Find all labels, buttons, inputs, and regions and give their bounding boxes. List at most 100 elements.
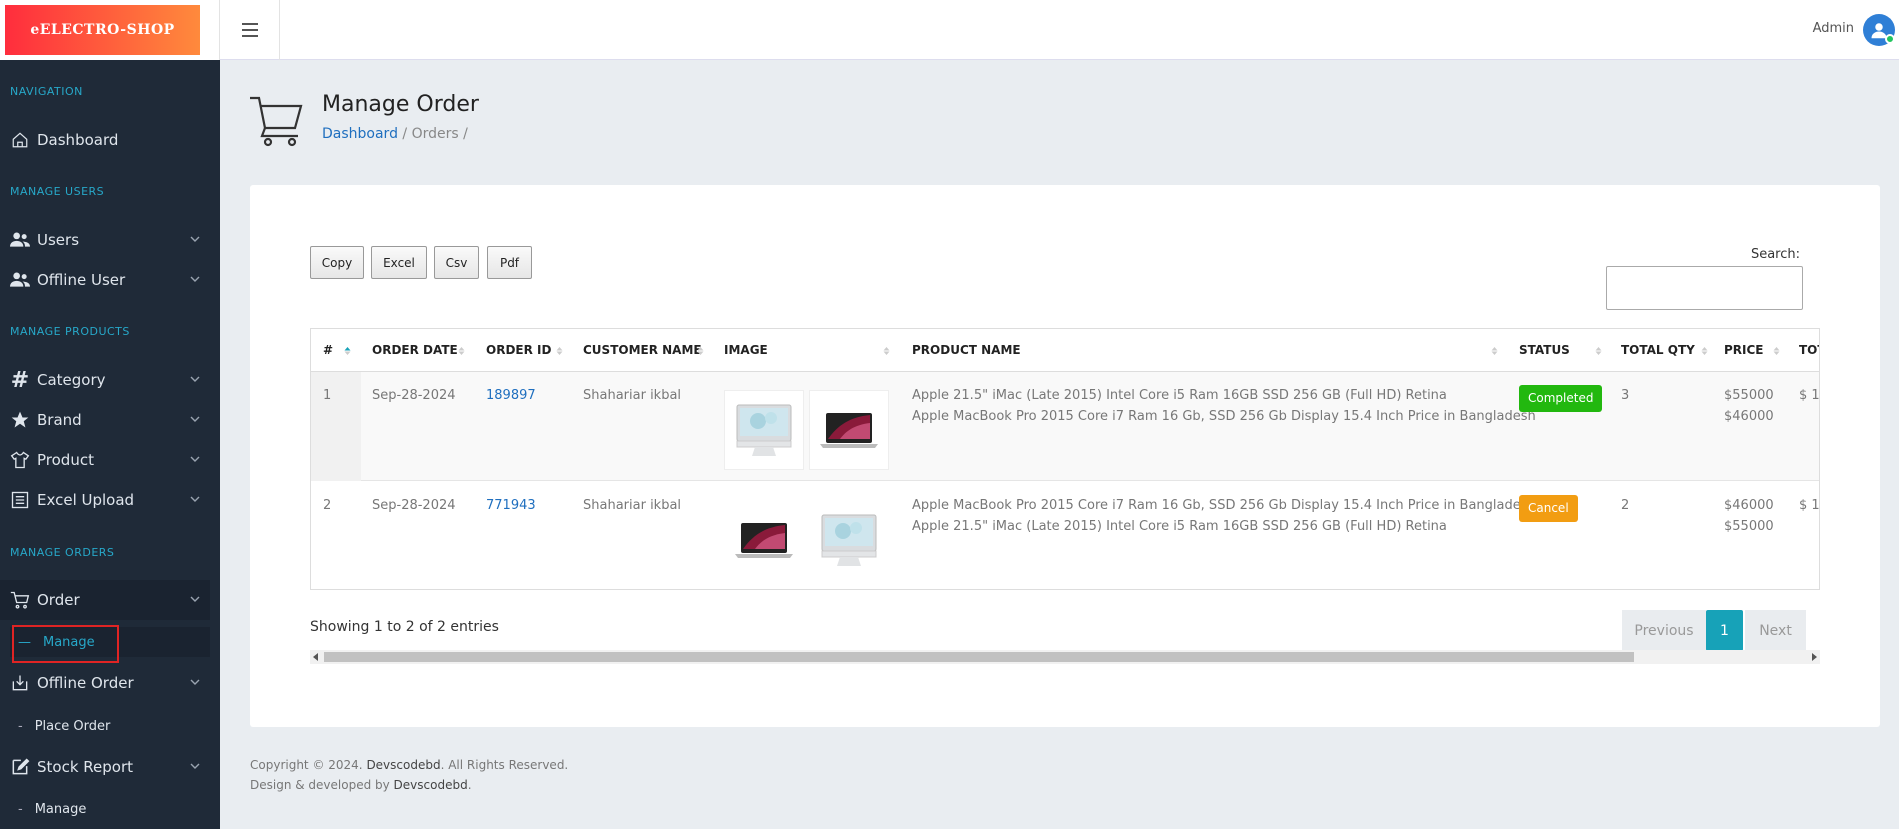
logo[interactable]: eELECTRO-SHOP xyxy=(5,5,200,55)
column-header-order-date[interactable]: ORDER DATE xyxy=(372,329,458,372)
column-header-price[interactable]: PRICE xyxy=(1724,329,1764,372)
sort-icon xyxy=(697,347,704,355)
total-qty: 2 xyxy=(1621,498,1630,513)
pdf-button[interactable]: Pdf xyxy=(487,246,532,279)
nav-heading-manage-orders: MANAGE ORDERS xyxy=(10,546,115,559)
price-line: $46000 xyxy=(1724,409,1774,424)
sidebar-item-category[interactable]: # Category xyxy=(0,360,210,400)
sidebar-item-excel-upload[interactable]: Excel Upload xyxy=(0,480,210,520)
dash-icon: - xyxy=(18,718,23,734)
admin-label[interactable]: Admin xyxy=(1813,21,1854,36)
status-badge: Cancel xyxy=(1519,495,1578,522)
footer-brand-link[interactable]: Devscodebd xyxy=(366,758,440,772)
home-icon xyxy=(10,130,30,150)
order-id-link[interactable]: 771943 xyxy=(486,495,536,516)
sidebar-item-offline-user[interactable]: Offline User xyxy=(0,260,210,300)
price-line: $55000 xyxy=(1724,519,1774,534)
sidebar-item-offline-order[interactable]: Offline Order xyxy=(0,663,210,703)
price: $46000 $55000 xyxy=(1724,495,1774,537)
cart-icon xyxy=(10,590,30,610)
column-header-status[interactable]: STATUS xyxy=(1519,329,1570,372)
topbar: Admin xyxy=(220,0,1899,60)
column-header-total-qty[interactable]: TOTAL QTY xyxy=(1621,329,1695,372)
sidebar-item-label: Order xyxy=(37,591,80,609)
total: $ 10 xyxy=(1799,388,1820,403)
order-date: Sep-28-2024 xyxy=(372,498,456,513)
sidebar-subitem-label: Manage xyxy=(34,801,87,817)
chevron-down-icon xyxy=(190,236,200,242)
footer-text: . All Rights Reserved. xyxy=(440,758,569,772)
total-qty: 3 xyxy=(1621,388,1630,403)
sidebar-item-product[interactable]: Product xyxy=(0,440,210,480)
index-cell xyxy=(311,482,361,589)
page-title: Manage Order xyxy=(322,92,479,117)
product-name-line: Apple MacBook Pro 2015 Core i7 Ram 16 Gb… xyxy=(912,498,1536,513)
page-1-button[interactable]: 1 xyxy=(1706,610,1743,651)
sort-icon xyxy=(556,347,563,355)
product-image xyxy=(809,390,889,470)
excel-button[interactable]: Excel xyxy=(371,246,427,279)
column-header-order-id[interactable]: ORDER ID xyxy=(486,329,552,372)
menu-toggle-button[interactable] xyxy=(220,0,280,60)
users-icon xyxy=(10,270,30,290)
nav-heading-manage-products: MANAGE PRODUCTS xyxy=(10,325,130,338)
breadcrumb-dashboard-link[interactable]: Dashboard xyxy=(322,126,398,142)
sidebar-item-label: Brand xyxy=(37,411,82,429)
highlight-box xyxy=(12,625,119,663)
column-header-total[interactable]: TOT xyxy=(1799,329,1819,372)
column-header-product-name[interactable]: PRODUCT NAME xyxy=(912,329,1021,372)
tshirt-icon xyxy=(10,450,30,470)
column-header-customer-name[interactable]: CUSTOMER NAME xyxy=(583,329,702,372)
column-header-image[interactable]: IMAGE xyxy=(724,329,768,372)
hashtag-icon: # xyxy=(10,367,30,393)
cart-icon xyxy=(250,96,303,147)
sort-icon xyxy=(1595,347,1602,355)
sidebar-subitem-label: Place Order xyxy=(34,718,111,734)
hamburger-icon xyxy=(241,23,258,37)
sort-icon xyxy=(1491,347,1498,355)
price-line: $55000 xyxy=(1724,388,1774,403)
logo-area: eELECTRO-SHOP xyxy=(0,0,220,60)
sidebar-subitem-place-order[interactable]: - Place Order xyxy=(10,711,210,741)
sidebar-item-brand[interactable]: Brand xyxy=(0,400,210,440)
search-label: Search: xyxy=(1750,247,1800,262)
edit-icon xyxy=(10,757,30,777)
imac-image xyxy=(821,514,877,566)
order-index: 2 xyxy=(323,498,332,513)
sidebar-subitem-stock-manage[interactable]: - Manage xyxy=(10,794,210,824)
sidebar: eELECTRO-SHOP NAVIGATION Dashboard MANAG… xyxy=(0,0,220,829)
scroll-right-icon[interactable] xyxy=(1811,653,1817,661)
star-icon xyxy=(10,410,30,430)
table-row: 2 Sep-28-2024 771943 Shahariar ikbal App… xyxy=(311,482,1819,589)
sort-icon xyxy=(1773,347,1780,355)
sidebar-item-dashboard[interactable]: Dashboard xyxy=(0,120,210,160)
chevron-down-icon xyxy=(190,596,200,602)
product-image xyxy=(809,500,889,580)
chevron-down-icon xyxy=(190,496,200,502)
sort-icon xyxy=(883,347,890,355)
copy-button[interactable]: Copy xyxy=(310,246,364,279)
scroll-left-icon[interactable] xyxy=(313,653,319,661)
footer-brand-link[interactable]: Devscodebd xyxy=(394,778,468,792)
next-button[interactable]: Next xyxy=(1745,610,1806,651)
column-header-index[interactable]: # xyxy=(323,329,334,372)
dash-icon: - xyxy=(18,801,23,817)
breadcrumb-sep: / xyxy=(463,126,468,142)
sidebar-item-order[interactable]: Order xyxy=(0,580,210,620)
search-input[interactable] xyxy=(1606,266,1803,310)
sidebar-item-users[interactable]: Users xyxy=(0,220,210,260)
csv-button[interactable]: Csv xyxy=(434,246,479,279)
orders-table: # ORDER DATE ORDER ID CUSTOMER NAME IMAG… xyxy=(310,328,1820,590)
macbook-image xyxy=(820,413,878,448)
footer-text: Copyright © 2024. xyxy=(250,758,367,772)
horizontal-scrollbar[interactable] xyxy=(310,650,1820,664)
product-image xyxy=(724,500,804,580)
product-image xyxy=(724,390,804,470)
chevron-down-icon xyxy=(190,416,200,422)
sidebar-item-stock-report[interactable]: Stock Report xyxy=(0,747,210,787)
previous-button[interactable]: Previous xyxy=(1622,610,1706,651)
scrollbar-thumb[interactable] xyxy=(324,652,1634,662)
order-id-link[interactable]: 189897 xyxy=(486,385,536,406)
nav-heading-manage-users: MANAGE USERS xyxy=(10,185,105,198)
chevron-down-icon xyxy=(190,456,200,462)
